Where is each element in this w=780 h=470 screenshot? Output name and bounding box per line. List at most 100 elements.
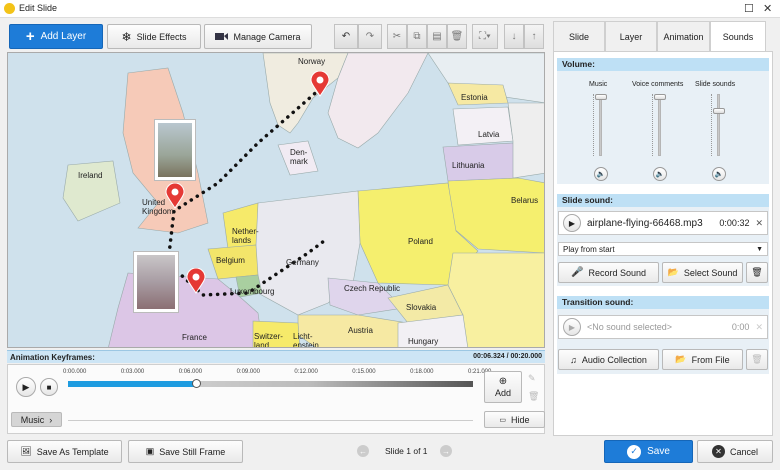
- audio-collection-button[interactable]: ♫ Audio Collection: [558, 349, 659, 370]
- slide-sound-field[interactable]: ▶ airplane-flying-66468.mp3 0:00:32 ✕: [558, 211, 768, 235]
- undo-icon: ↶: [341, 31, 351, 42]
- photo-thumbnail[interactable]: [133, 251, 179, 313]
- cut-button[interactable]: ✂: [387, 24, 407, 49]
- add-circle-icon: ⊕: [498, 376, 508, 387]
- slide-sound-play-button[interactable]: ▶: [563, 214, 581, 232]
- save-as-template-label: Save As Template: [36, 446, 109, 457]
- trash-icon: 🗑: [450, 31, 464, 42]
- stop-button[interactable]: ■: [40, 378, 58, 396]
- sounds-panel: Volume: Music Voice comments Slide sound…: [553, 51, 773, 436]
- photo-thumbnail[interactable]: [154, 119, 196, 181]
- map-pin-icon[interactable]: [186, 268, 206, 294]
- transition-play-button[interactable]: ▶: [563, 318, 581, 336]
- save-button[interactable]: ✓ Save: [604, 440, 693, 463]
- map-label-liechtenstein: Licht- enstein: [293, 332, 319, 348]
- arrow-down-icon: ↓: [511, 31, 517, 42]
- transition-sound-field[interactable]: ▶ <No sound selected> 0:00 ✕: [558, 315, 768, 339]
- hide-button[interactable]: ▭ Hide: [484, 411, 545, 428]
- delete-button[interactable]: 🗑: [447, 24, 467, 49]
- stop-icon: ■: [46, 382, 52, 392]
- timeline-ruler: 0:00.000 0:03.000 0:06.000 0:09.000 0:12.000…: [63, 369, 491, 379]
- map-label-belgium: Belgium: [216, 256, 245, 265]
- music-volume-slider[interactable]: [595, 94, 607, 100]
- fit-button[interactable]: ⛶▾: [472, 24, 498, 49]
- slide-counter: Slide 1 of 1: [385, 446, 428, 456]
- add-keyframe-button[interactable]: ⊕ Add: [484, 371, 522, 403]
- volume-slide-label: Slide sounds: [695, 81, 736, 88]
- music-volume-track[interactable]: [599, 94, 602, 156]
- timeline-playhead[interactable]: [191, 379, 201, 388]
- arrow-up-icon: ↑: [531, 31, 537, 42]
- voice-speaker-icon[interactable]: 🔈: [653, 167, 667, 181]
- save-still-frame-button[interactable]: ▣ Save Still Frame: [128, 440, 243, 463]
- keyframes-label: Animation Keyframes:: [10, 353, 95, 362]
- move-down-button[interactable]: ↓: [504, 24, 524, 49]
- chevron-down-icon: ▼: [756, 245, 763, 253]
- voice-volume-track[interactable]: [658, 94, 661, 156]
- photo-image: [158, 123, 192, 177]
- music-speaker-icon[interactable]: 🔈: [594, 167, 608, 181]
- frame-icon: ▣: [145, 446, 155, 456]
- tab-layer[interactable]: Layer: [605, 21, 657, 51]
- slide-effects-label: Slide Effects: [136, 31, 187, 42]
- tab-slide[interactable]: Slide: [553, 21, 605, 51]
- play-mode-select[interactable]: Play from start ▼: [558, 242, 768, 256]
- volume-section: Volume: Music Voice comments Slide sound…: [557, 58, 769, 184]
- delete-slide-sound-button[interactable]: 🗑: [746, 262, 768, 283]
- redo-button[interactable]: ↷: [358, 24, 382, 49]
- photo-image: [137, 255, 175, 309]
- move-up-button[interactable]: ↑: [524, 24, 544, 49]
- slide-sound-header: Slide sound:: [557, 194, 769, 207]
- plus-icon: +: [25, 28, 35, 45]
- maximize-icon[interactable]: ☐: [744, 2, 754, 15]
- hide-label: Hide: [511, 414, 530, 425]
- timeline-track[interactable]: [68, 381, 473, 387]
- timeline-tick-label: 0:18.000: [410, 369, 434, 375]
- manage-camera-button[interactable]: Manage Camera: [204, 24, 312, 49]
- map-label-denmark: Den- mark: [290, 148, 308, 166]
- play-icon: ▶: [22, 381, 30, 392]
- slide-volume-track[interactable]: [717, 94, 720, 156]
- delete-transition-button[interactable]: 🗑: [746, 349, 768, 370]
- slide-volume-slider[interactable]: [713, 108, 725, 114]
- next-slide-button[interactable]: →: [440, 445, 452, 457]
- edit-keyframe-icon[interactable]: ✎: [528, 373, 536, 384]
- remove-transition-icon[interactable]: ✕: [755, 322, 763, 333]
- copy-button[interactable]: ⧉: [407, 24, 427, 49]
- close-icon[interactable]: ✕: [763, 2, 772, 15]
- remove-sound-icon[interactable]: ✕: [755, 218, 763, 229]
- slide-preview[interactable]: Norway Estonia Latvia Den- mark Lithuani…: [7, 52, 545, 348]
- template-icon: 🖼: [20, 446, 32, 456]
- slide-speaker-icon[interactable]: 🔈: [712, 167, 726, 181]
- map-pin-icon[interactable]: [310, 71, 330, 97]
- voice-volume-slider[interactable]: [654, 94, 666, 100]
- music-volume-ticks: [593, 94, 596, 156]
- map-label-belarus: Belarus: [511, 196, 539, 205]
- delete-keyframe-icon[interactable]: 🗑: [528, 391, 539, 402]
- scissors-icon: ✂: [392, 31, 402, 42]
- play-mode-value: Play from start: [563, 244, 615, 254]
- microphone-icon: 🎤: [571, 267, 584, 278]
- map-label-uk: United Kingdom: [142, 198, 174, 216]
- keyframes-time: 00:06.324 / 00:20.000: [473, 353, 542, 360]
- tab-sounds[interactable]: Sounds: [710, 21, 766, 52]
- paste-button[interactable]: ▤: [427, 24, 447, 49]
- record-sound-button[interactable]: 🎤 Record Sound: [558, 262, 659, 283]
- cancel-button[interactable]: ✕ Cancel: [697, 440, 773, 463]
- trash-icon: 🗑: [751, 354, 763, 364]
- add-layer-button[interactable]: + Add Layer: [9, 24, 103, 49]
- audio-collection-label: Audio Collection: [581, 354, 647, 365]
- play-button[interactable]: ▶: [16, 377, 36, 397]
- folder-icon: 📂: [667, 267, 679, 277]
- tab-animation[interactable]: Animation: [657, 21, 710, 51]
- previous-slide-button[interactable]: ←: [357, 445, 369, 457]
- undo-button[interactable]: ↶: [334, 24, 358, 49]
- map-label-slovakia: Slovakia: [406, 303, 437, 312]
- from-file-button[interactable]: 📂 From File: [662, 349, 743, 370]
- music-track-button[interactable]: Music ›: [11, 412, 62, 427]
- save-as-template-button[interactable]: 🖼 Save As Template: [7, 440, 122, 463]
- slide-effects-button[interactable]: ❄ Slide Effects: [107, 24, 201, 49]
- select-sound-button[interactable]: 📂 Select Sound: [662, 262, 743, 283]
- keyframes-header: Animation Keyframes: 00:06.324 / 00:20.0…: [7, 350, 545, 363]
- snowflake-icon: ❄: [121, 29, 132, 44]
